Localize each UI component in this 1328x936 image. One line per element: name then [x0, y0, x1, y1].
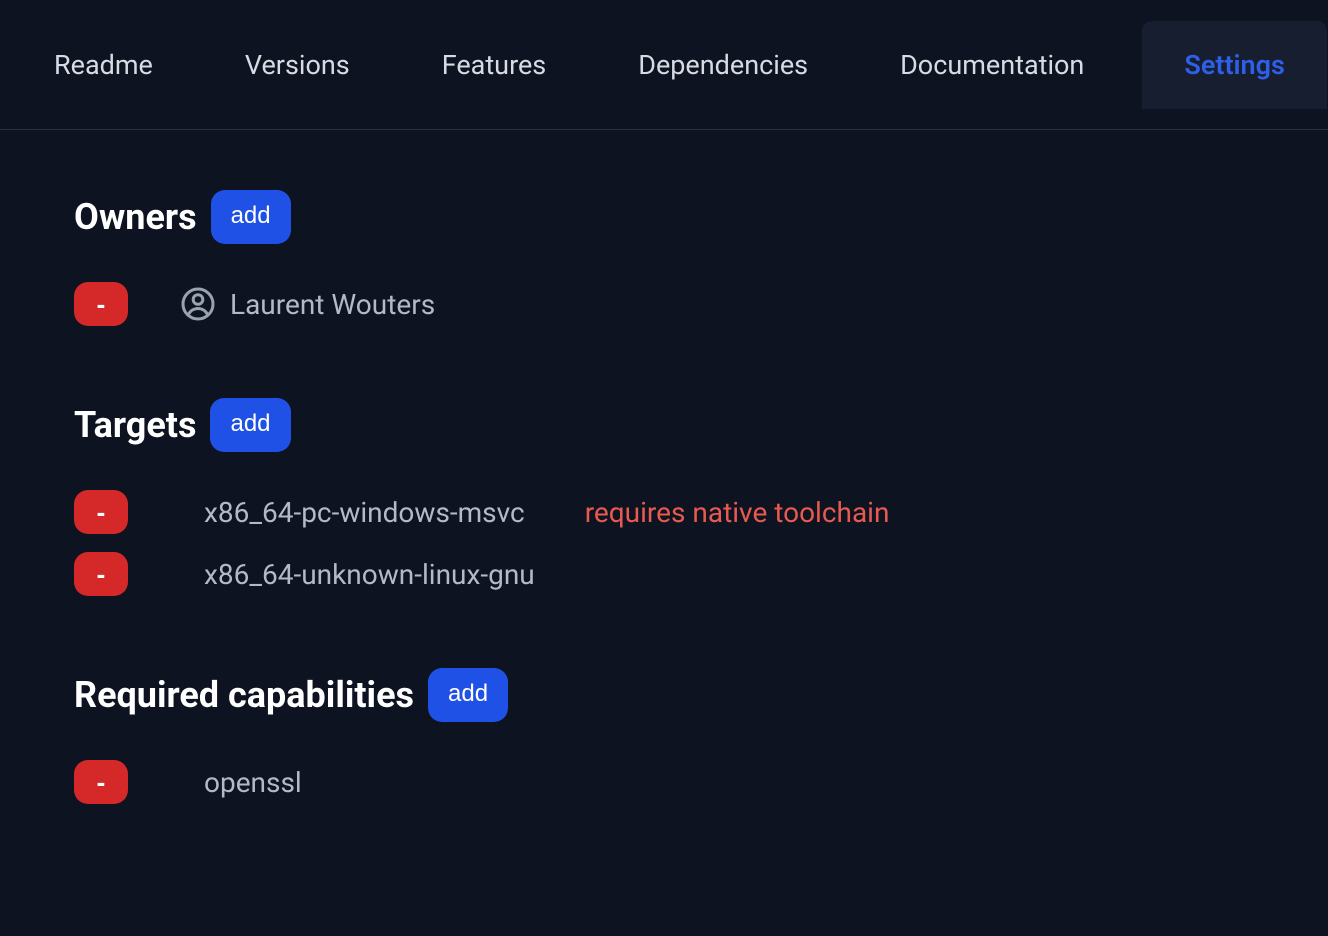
tab-versions[interactable]: Versions	[203, 21, 392, 109]
settings-content: Owners add - Laurent Wouters Targets add…	[0, 130, 1328, 936]
tab-features[interactable]: Features	[400, 21, 589, 109]
remove-owner-button[interactable]: -	[74, 282, 128, 326]
remove-target-button[interactable]: -	[74, 490, 128, 534]
targets-section: Targets add - x86_64-pc-windows-msvc req…	[74, 398, 1254, 596]
capability-row: - openssl	[74, 760, 1254, 804]
targets-title: Targets	[74, 404, 196, 446]
add-capability-button[interactable]: add	[428, 668, 508, 722]
target-row: - x86_64-unknown-linux-gnu	[74, 552, 1254, 596]
tab-settings[interactable]: Settings	[1142, 21, 1327, 109]
tab-dependencies[interactable]: Dependencies	[596, 21, 850, 109]
capability-name: openssl	[204, 766, 302, 799]
remove-capability-button[interactable]: -	[74, 760, 128, 804]
add-owner-button[interactable]: add	[211, 190, 291, 244]
owner-row: - Laurent Wouters	[74, 282, 1254, 326]
capabilities-section: Required capabilities add - openssl	[74, 668, 1254, 804]
add-target-button[interactable]: add	[210, 398, 290, 452]
target-status: requires native toolchain	[585, 496, 890, 529]
target-name: x86_64-pc-windows-msvc	[204, 496, 525, 529]
capabilities-title: Required capabilities	[74, 674, 414, 716]
owner-name: Laurent Wouters	[230, 288, 435, 321]
owners-section: Owners add - Laurent Wouters	[74, 190, 1254, 326]
owners-title: Owners	[74, 196, 197, 238]
tab-documentation[interactable]: Documentation	[858, 21, 1126, 109]
remove-target-button[interactable]: -	[74, 552, 128, 596]
user-icon	[180, 286, 216, 322]
target-name: x86_64-unknown-linux-gnu	[204, 558, 535, 591]
tab-bar: Readme Versions Features Dependencies Do…	[0, 0, 1328, 130]
target-row: - x86_64-pc-windows-msvc requires native…	[74, 490, 1254, 534]
tab-readme[interactable]: Readme	[12, 21, 195, 109]
